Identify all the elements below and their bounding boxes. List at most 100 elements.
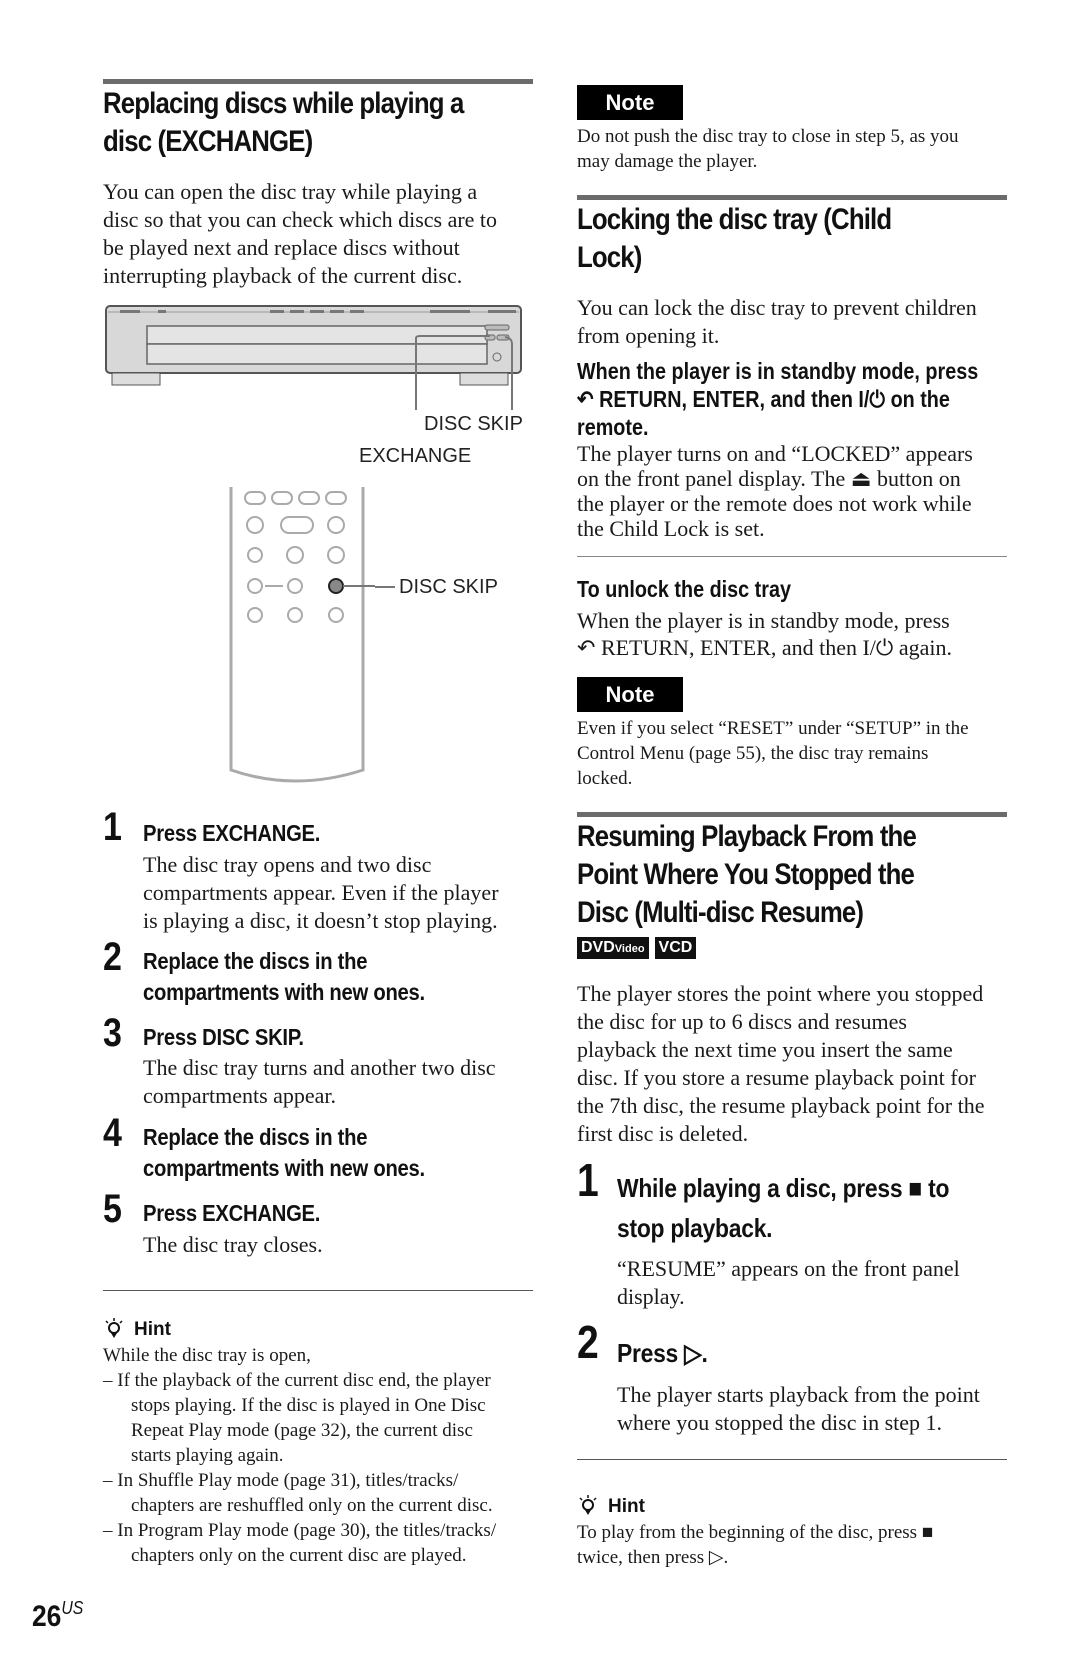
step-title-line: While playing a disc, press ■ to bbox=[617, 1168, 949, 1208]
text-span: While playing a disc, press bbox=[617, 1173, 903, 1203]
text-line: disc. If you store a resume playback poi… bbox=[577, 1065, 976, 1090]
step-number: 5 bbox=[103, 1187, 122, 1231]
eject-icon: ⏏ bbox=[850, 466, 872, 491]
step-title-line: Press EXCHANGE. bbox=[143, 820, 321, 846]
disc-type-badges: DVDVideo VCD bbox=[577, 937, 702, 959]
hint-heading: Hint bbox=[608, 1496, 645, 1517]
step-body: The player starts playback from the poin… bbox=[617, 1381, 1037, 1437]
title-line: Point Where You Stopped the bbox=[577, 858, 915, 891]
dvd-video-badge: DVDVideo bbox=[577, 937, 649, 959]
unlock-heading: To unlock the disc tray bbox=[577, 576, 791, 602]
hint-body: To play from the beginning of the disc, … bbox=[577, 1520, 1027, 1570]
hint-heading: Hint bbox=[134, 1319, 171, 1340]
title-line: Disc (Multi-disc Resume) bbox=[577, 896, 864, 929]
text-line: While the disc tray is open, bbox=[103, 1345, 311, 1366]
text-line: Control Menu (page 55), the disc tray re… bbox=[577, 743, 929, 764]
text-line: the player or the remote does not work w… bbox=[577, 491, 972, 516]
text-line: You can lock the disc tray to prevent ch… bbox=[577, 295, 977, 320]
text-line: on the front panel display. The ⏏ button… bbox=[577, 466, 1027, 491]
text-span: button on bbox=[877, 466, 961, 491]
text-line: “RESUME” appears on the front panel bbox=[617, 1256, 960, 1281]
text-line: first disc is deleted. bbox=[577, 1121, 749, 1146]
text-line: The disc tray opens and two disc bbox=[143, 852, 432, 877]
title-line: Lock) bbox=[577, 241, 642, 274]
text-line: – In Program Play mode (page 30), the ti… bbox=[103, 1520, 497, 1541]
note-badge: Note bbox=[577, 677, 683, 712]
text-line: is playing a disc, it doesn’t stop playi… bbox=[143, 908, 498, 933]
text-line: When the player is in standby mode, pres… bbox=[577, 358, 979, 384]
step-title-line: Press DISC SKIP. bbox=[143, 1024, 304, 1050]
section-title: Replacing discs while playing a disc (EX… bbox=[103, 85, 464, 161]
step-number: 4 bbox=[103, 1111, 122, 1155]
note-text: Even if you select “RESET” under “SETUP”… bbox=[577, 716, 1027, 791]
unlock-body: When the player is in standby mode, pres… bbox=[577, 607, 1027, 661]
text-line: be played next and replace discs without bbox=[103, 235, 460, 260]
section-title: Resuming Playback From the Point Where Y… bbox=[577, 818, 917, 932]
text-line: twice, then press ▷. bbox=[577, 1545, 1027, 1570]
text-line: ↶ RETURN, ENTER, and then I/⏻ again. bbox=[577, 634, 1027, 661]
text-line: To play from the beginning of the disc, … bbox=[577, 1520, 1027, 1545]
play-icon: ▷ bbox=[684, 1338, 702, 1368]
text-line: display. bbox=[617, 1284, 685, 1309]
step-title: Press EXCHANGE. bbox=[143, 1198, 320, 1229]
stop-icon: ■ bbox=[908, 1173, 922, 1203]
step-body: The disc tray turns and another two disc… bbox=[143, 1054, 543, 1110]
step-title: Press ▷. bbox=[617, 1333, 708, 1373]
lightbulb-icon bbox=[105, 1318, 123, 1338]
section-rule bbox=[577, 195, 1007, 200]
step-body: The disc tray opens and two disc compart… bbox=[143, 851, 543, 935]
child-lock-instruction: When the player is in standby mode, pres… bbox=[577, 357, 978, 441]
text-line: the 7th disc, the resume playback point … bbox=[577, 1093, 985, 1118]
text-span: . bbox=[701, 1338, 708, 1368]
step-title-line: Press ▷. bbox=[617, 1333, 708, 1373]
power-icon: I/⏻ bbox=[862, 635, 894, 660]
text-span: twice, then press bbox=[577, 1547, 705, 1568]
section-rule bbox=[577, 812, 1007, 817]
text-line: from opening it. bbox=[577, 323, 720, 348]
power-icon: I/⏻ bbox=[858, 386, 886, 412]
dvd-player-illustration bbox=[105, 305, 522, 410]
step-title: Replace the discs in the compartments wi… bbox=[143, 1122, 425, 1184]
step-title: While playing a disc, press ■ to stop pl… bbox=[617, 1168, 949, 1248]
text-line: the disc for up to 6 discs and resumes bbox=[577, 1009, 907, 1034]
text-line: remote. bbox=[577, 414, 649, 440]
text-line: may damage the player. bbox=[577, 151, 758, 172]
title-line: Locking the disc tray (Child bbox=[577, 203, 892, 236]
text-line: – If the playback of the current disc en… bbox=[103, 1370, 491, 1391]
text-span: RETURN, ENTER, and then bbox=[600, 635, 857, 660]
resume-intro: The player stores the point where you st… bbox=[577, 980, 1037, 1148]
step-title-line: compartments with new ones. bbox=[143, 979, 425, 1005]
step-title-line: Replace the discs in the bbox=[143, 948, 368, 974]
disc-skip-label-remote: DISC SKIP bbox=[399, 576, 498, 598]
hint-item: – In Shuffle Play mode (page 31), titles… bbox=[103, 1468, 543, 1518]
text-line: playback the next time you insert the sa… bbox=[577, 1037, 953, 1062]
step-body: “RESUME” appears on the front panel disp… bbox=[617, 1255, 1037, 1311]
badge-main: VCD bbox=[658, 939, 693, 956]
stop-icon: ■ bbox=[921, 1522, 934, 1543]
step-number: 1 bbox=[577, 1154, 599, 1206]
text-line: The player turns on and “LOCKED” appears bbox=[577, 441, 973, 466]
hint-body: While the disc tray is open, – If the pl… bbox=[103, 1343, 543, 1568]
disc-skip-label-player: DISC SKIP bbox=[424, 413, 523, 435]
text-line: The disc tray closes. bbox=[143, 1232, 323, 1257]
text-span: Press bbox=[617, 1338, 679, 1368]
title-line: Resuming Playback From the bbox=[577, 820, 917, 853]
step-number: 1 bbox=[103, 805, 122, 849]
text-line: compartments appear. bbox=[143, 1083, 337, 1108]
page-region: US bbox=[61, 1598, 84, 1618]
play-icon: ▷ bbox=[708, 1547, 724, 1568]
exchange-label: EXCHANGE bbox=[359, 445, 472, 467]
text-span: on the front panel display. The bbox=[577, 466, 846, 491]
remote-illustration bbox=[229, 487, 375, 783]
badge-main: DVD bbox=[581, 939, 615, 956]
section-title: Locking the disc tray (Child Lock) bbox=[577, 201, 892, 277]
text-line: interrupting playback of the current dis… bbox=[103, 263, 463, 288]
return-icon: ↶ bbox=[577, 635, 601, 660]
step-title: Press DISC SKIP. bbox=[143, 1022, 304, 1053]
text-span: again. bbox=[898, 635, 952, 660]
title-line: Replacing discs while playing a bbox=[103, 87, 464, 120]
text-line: locked. bbox=[577, 768, 633, 789]
callout-line bbox=[375, 586, 395, 588]
text-line: The player starts playback from the poin… bbox=[617, 1382, 980, 1407]
divider bbox=[103, 1290, 533, 1291]
